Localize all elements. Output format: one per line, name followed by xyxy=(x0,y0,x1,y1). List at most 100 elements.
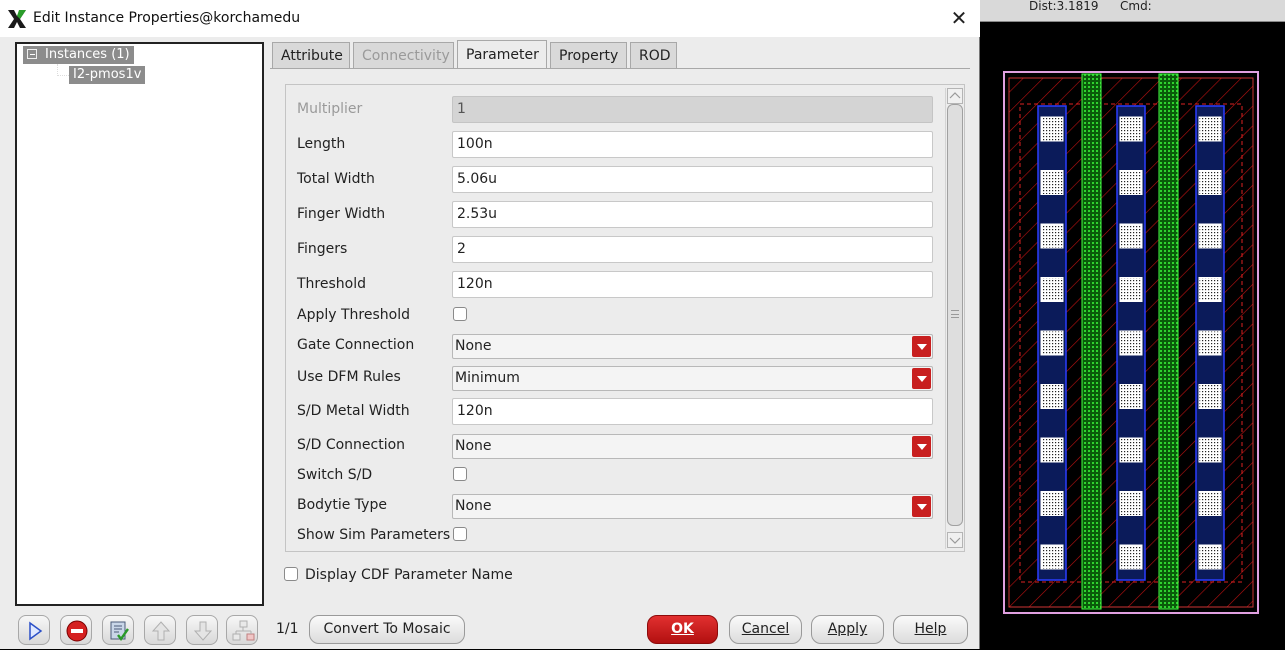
contact-square xyxy=(1119,491,1143,516)
use-dfm-rules-select[interactable]: Minimum xyxy=(452,366,933,391)
stop-button[interactable] xyxy=(60,615,92,645)
stop-icon xyxy=(66,620,88,642)
contact-square xyxy=(1119,330,1143,356)
sd-metal-width-label: S/D Metal Width xyxy=(297,403,410,419)
contact-square xyxy=(1040,544,1064,570)
cancel-label: Cancel xyxy=(741,621,790,637)
apply-label: Apply xyxy=(827,621,868,637)
multiplier-field: 1 xyxy=(452,96,933,123)
scroll-down-icon[interactable] xyxy=(947,532,963,548)
tab-parameter[interactable]: Parameter xyxy=(457,40,547,69)
parameter-scrollbar[interactable] xyxy=(945,88,964,549)
fingers-label: Fingers xyxy=(297,241,348,257)
show-sim-parameters-checkbox[interactable] xyxy=(453,527,467,541)
arrow-down-icon xyxy=(193,621,213,641)
contact-square xyxy=(1119,544,1143,570)
check-list-button[interactable] xyxy=(102,615,134,645)
bodytie-type-label: Bodytie Type xyxy=(297,497,387,513)
move-down-button[interactable] xyxy=(186,615,218,645)
contact-square xyxy=(1198,330,1222,356)
apply-button[interactable]: Apply xyxy=(811,615,884,644)
dropdown-arrow-icon[interactable] xyxy=(912,368,931,389)
dropdown-arrow-icon[interactable] xyxy=(912,336,931,357)
contact-square xyxy=(1198,491,1222,516)
contact-square xyxy=(1119,223,1143,249)
contact-square xyxy=(1040,437,1064,463)
contact-square xyxy=(1119,116,1143,142)
length-label: Length xyxy=(297,136,346,152)
apply-threshold-checkbox[interactable] xyxy=(453,307,467,321)
status-command: Cmd: xyxy=(1120,0,1152,13)
status-distance: Dist:3.1819 xyxy=(1029,0,1099,13)
threshold-label: Threshold xyxy=(297,276,366,292)
sd-connection-label: S/D Connection xyxy=(297,437,406,453)
ok-label: OK xyxy=(671,621,694,637)
layout-canvas[interactable] xyxy=(980,22,1285,649)
contact-square xyxy=(1198,116,1222,142)
contact-square xyxy=(1198,170,1222,195)
contact-square xyxy=(1119,277,1143,302)
fingers-field[interactable]: 2 xyxy=(452,236,933,263)
help-button[interactable]: Help xyxy=(893,615,968,644)
contact-square xyxy=(1040,116,1064,142)
ok-button[interactable]: OK xyxy=(647,615,718,644)
gate-connection-select[interactable]: None xyxy=(452,334,933,359)
cancel-button[interactable]: Cancel xyxy=(729,615,802,644)
gate-connection-label: Gate Connection xyxy=(297,337,415,353)
convert-to-mosaic-button[interactable]: Convert To Mosaic xyxy=(309,615,465,644)
arrow-up-icon xyxy=(151,621,171,641)
threshold-field[interactable]: 120n xyxy=(452,271,933,298)
tree-item-instance[interactable]: I2-pmos1v xyxy=(69,66,146,84)
switch-sd-label: Switch S/D xyxy=(297,467,373,483)
finger-width-label: Finger Width xyxy=(297,206,386,222)
hierarchy-button[interactable] xyxy=(226,615,258,645)
dialog-title: Edit Instance Properties@korchamedu xyxy=(33,10,301,26)
close-icon[interactable]: ✕ xyxy=(948,7,970,29)
play-icon xyxy=(29,621,43,641)
layout-editor-status-bar: Dist:3.1819 Cmd: xyxy=(980,0,1285,22)
app-x-logo-icon xyxy=(8,10,26,28)
contact-square xyxy=(1198,384,1222,409)
sd-metal-width-field[interactable]: 120n xyxy=(452,398,933,425)
use-dfm-rules-value: Minimum xyxy=(455,370,520,386)
collapse-icon[interactable] xyxy=(27,49,37,59)
tab-connectivity[interactable]: Connectivity xyxy=(353,42,454,69)
dropdown-arrow-icon[interactable] xyxy=(912,496,931,517)
contact-square xyxy=(1198,544,1222,570)
contact-square xyxy=(1040,170,1064,195)
instance-tree[interactable]: Instances (1) I2-pmos1v xyxy=(15,42,264,606)
move-up-button[interactable] xyxy=(144,615,176,645)
contact-square xyxy=(1040,384,1064,409)
scroll-grip-icon xyxy=(951,310,959,318)
tree-root-instances[interactable]: Instances (1) xyxy=(23,46,134,64)
total-width-field[interactable]: 5.06u xyxy=(452,166,933,193)
length-field[interactable]: 100n xyxy=(452,131,933,158)
contact-square xyxy=(1040,277,1064,302)
scroll-thumb[interactable] xyxy=(947,104,963,526)
tree-connector xyxy=(57,75,69,76)
help-label: Help xyxy=(914,621,947,637)
show-sim-parameters-label: Show Sim Parameters xyxy=(297,527,451,543)
scroll-up-icon[interactable] xyxy=(947,88,963,104)
sd-connection-select[interactable]: None xyxy=(452,434,933,459)
finger-width-field[interactable]: 2.53u xyxy=(452,201,933,228)
tab-divider xyxy=(270,68,970,69)
tab-attribute[interactable]: Attribute xyxy=(272,42,350,69)
tree-root-label: Instances (1) xyxy=(45,47,130,62)
play-button[interactable] xyxy=(18,615,50,645)
bodytie-type-value: None xyxy=(455,498,492,514)
contact-square xyxy=(1119,384,1143,409)
pmos-layout-drawing xyxy=(1003,71,1259,614)
edit-instance-properties-dialog: Edit Instance Properties@korchamedu ✕ In… xyxy=(0,0,980,649)
switch-sd-checkbox[interactable] xyxy=(453,467,467,481)
display-cdf-label: Display CDF Parameter Name xyxy=(305,567,513,583)
title-bar[interactable]: Edit Instance Properties@korchamedu ✕ xyxy=(0,0,980,37)
apply-threshold-label: Apply Threshold xyxy=(297,307,410,323)
page-count: 1/1 xyxy=(276,621,299,637)
tab-property[interactable]: Property xyxy=(550,42,627,69)
dropdown-arrow-icon[interactable] xyxy=(912,436,931,457)
contact-square xyxy=(1198,223,1222,249)
bodytie-type-select[interactable]: None xyxy=(452,494,933,519)
display-cdf-checkbox[interactable] xyxy=(284,567,298,581)
tab-rod[interactable]: ROD xyxy=(630,42,677,69)
